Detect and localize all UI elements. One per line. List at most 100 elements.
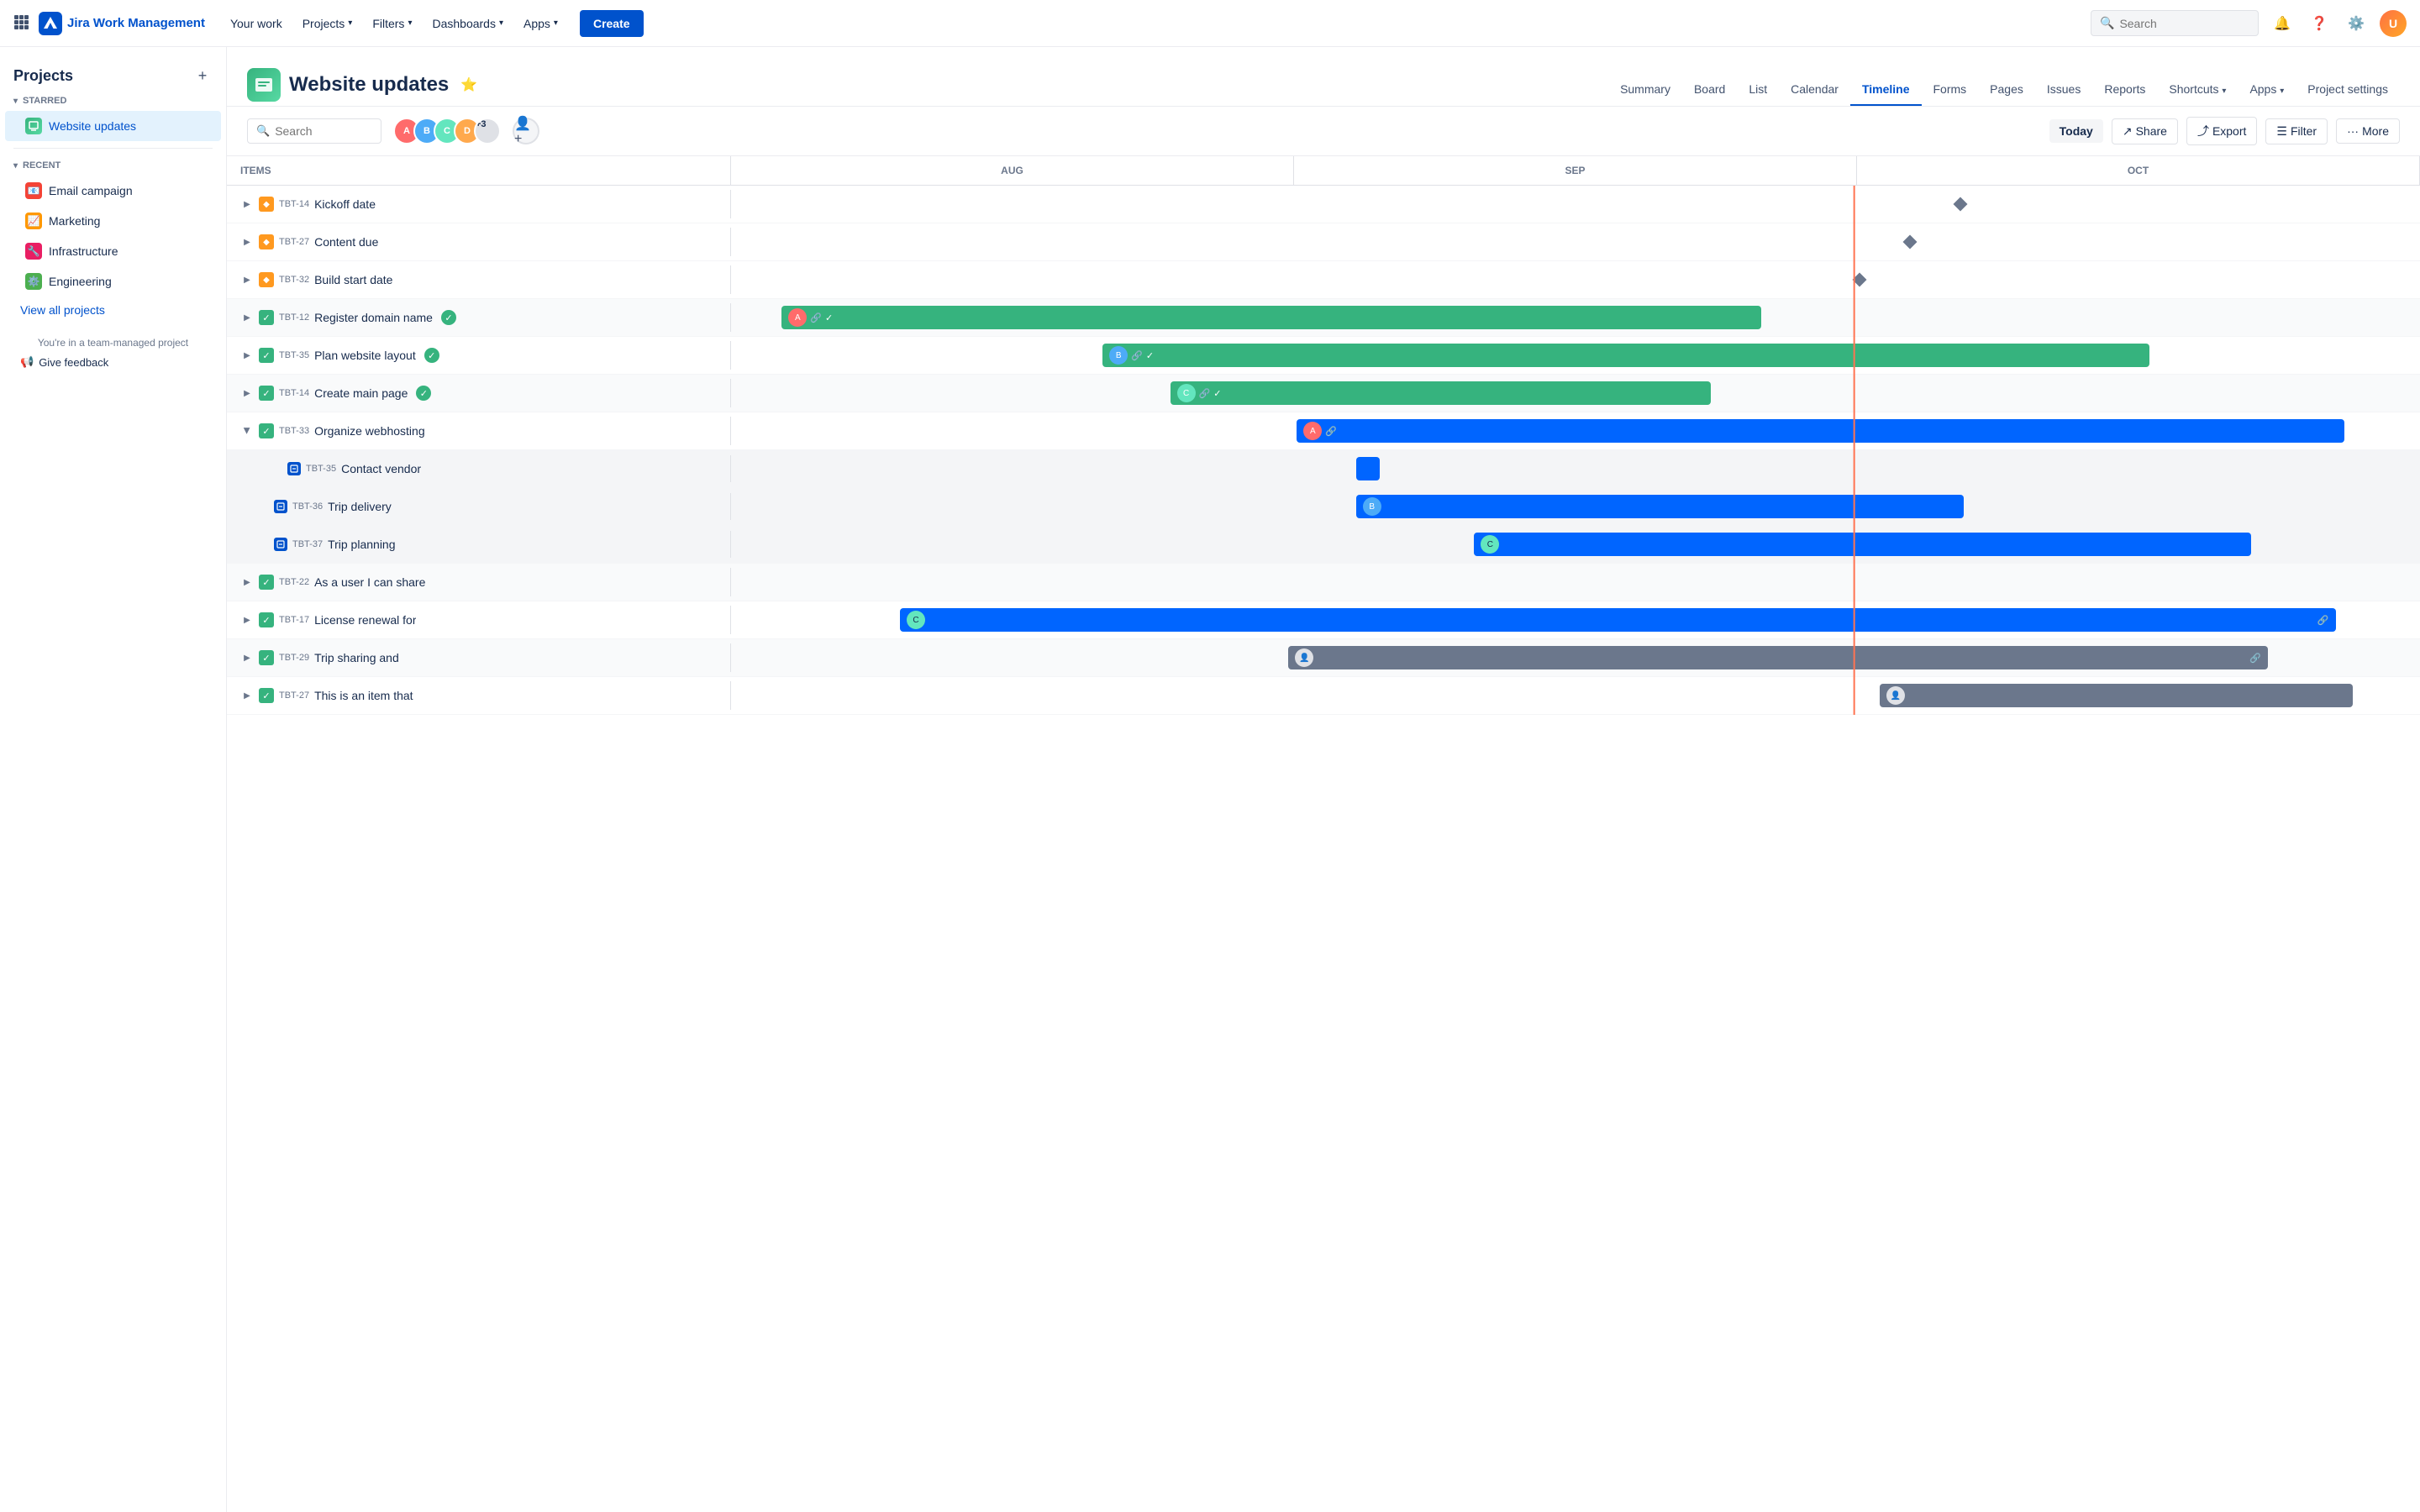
task-bar[interactable]: A 🔗 ✓	[781, 306, 1761, 329]
table-row[interactable]: ▶ ✓ TBT-35 Plan website layout ✓ B 🔗 ✓	[227, 337, 2420, 375]
expand-button[interactable]: ▶	[240, 689, 254, 702]
view-all-projects[interactable]: View all projects	[0, 297, 226, 323]
grid-icon[interactable]	[13, 14, 29, 32]
sidebar-divider	[13, 148, 213, 149]
items-cell: ▶ ✓ TBT-35 Plan website layout ✓	[227, 341, 731, 370]
more-button[interactable]: ··· More	[2336, 118, 2400, 144]
export-button[interactable]: ⤴ Export	[2186, 117, 2257, 145]
table-row[interactable]: ▶ ✓ TBT-12 Register domain name ✓ A 🔗 ✓	[227, 299, 2420, 337]
create-button[interactable]: Create	[580, 10, 644, 37]
task-bar[interactable]: 👤	[1880, 684, 2353, 707]
engineering-icon: ⚙️	[25, 273, 42, 290]
table-row[interactable]: ▶ ✓ TBT-29 Trip sharing and 👤 🔗	[227, 639, 2420, 677]
table-row[interactable]: ▶ ✓ TBT-27 This is an item that 👤	[227, 677, 2420, 715]
assignee-avatar: C	[1177, 384, 1196, 402]
tab-board[interactable]: Board	[1682, 74, 1737, 106]
feedback-button[interactable]: 📢 Give feedback	[13, 349, 213, 375]
nav-projects[interactable]: Projects ▾	[294, 12, 361, 35]
assignee-avatar: B	[1109, 346, 1128, 365]
nav-dashboards[interactable]: Dashboards ▾	[424, 12, 512, 35]
table-row[interactable]: TBT-37 Trip planning C	[227, 526, 2420, 564]
task-bar[interactable]: B	[1356, 495, 1965, 518]
notifications-icon[interactable]: 🔔	[2269, 10, 2296, 37]
toolbar: 🔍 A B C D +3 👤+ Today ↗ Share	[227, 107, 2420, 156]
brand-logo[interactable]: Jira Work Management	[39, 12, 205, 35]
nav-links: Your work Projects ▾ Filters ▾ Dashboard…	[222, 12, 566, 35]
tab-apps[interactable]: Apps ▾	[2238, 74, 2296, 106]
gantt-timeline-row: 👤	[731, 677, 2420, 714]
tab-pages[interactable]: Pages	[1978, 74, 2035, 106]
tab-list[interactable]: List	[1737, 74, 1779, 106]
settings-icon[interactable]: ⚙️	[2343, 10, 2370, 37]
tab-timeline[interactable]: Timeline	[1850, 74, 1922, 106]
tab-summary[interactable]: Summary	[1608, 74, 1682, 106]
items-cell: ▶ ✓ TBT-22 As a user I can share	[227, 568, 731, 596]
tab-shortcuts[interactable]: Shortcuts ▾	[2157, 74, 2238, 106]
add-user-button[interactable]: 👤+	[513, 118, 539, 144]
tab-project-settings[interactable]: Project settings	[2296, 74, 2400, 106]
expand-button[interactable]: ▶	[240, 273, 254, 286]
sidebar-item-engineering[interactable]: ⚙️ Engineering	[5, 266, 221, 297]
expand-button[interactable]: ▶	[240, 613, 254, 627]
table-row[interactable]: ▶ ✓ TBT-14 Create main page ✓ C 🔗 ✓	[227, 375, 2420, 412]
tab-reports[interactable]: Reports	[2092, 74, 2157, 106]
avatar-count[interactable]: +3	[474, 118, 501, 144]
tab-forms[interactable]: Forms	[1922, 74, 1979, 106]
table-row[interactable]: ▶ ✓ TBT-22 As a user I can share	[227, 564, 2420, 601]
expand-button[interactable]: ▶	[240, 575, 254, 589]
task-bar[interactable]: A 🔗	[1297, 419, 2344, 443]
task-bar[interactable]	[1356, 457, 1380, 480]
table-row[interactable]: ▶ ✓ TBT-33 Organize webhosting A 🔗	[227, 412, 2420, 450]
table-row[interactable]: ▶ ◆ TBT-27 Content due	[227, 223, 2420, 261]
timeline-search[interactable]: 🔍	[247, 118, 381, 144]
filter-button[interactable]: ☰ Filter	[2265, 118, 2328, 144]
sidebar-item-label: Email campaign	[49, 184, 133, 197]
sidebar-recent-section[interactable]: ▾ RECENT	[0, 155, 226, 176]
task-bar[interactable]: C	[1474, 533, 2251, 556]
link-icon: 🔗	[1199, 388, 1211, 399]
tab-calendar[interactable]: Calendar	[1779, 74, 1850, 106]
table-row[interactable]: ▶ ◆ TBT-32 Build start date	[227, 261, 2420, 299]
share-button[interactable]: ↗ Share	[2112, 118, 2178, 144]
timeline-search-input[interactable]	[275, 124, 372, 138]
task-bar[interactable]: 👤 🔗	[1288, 646, 2268, 669]
expand-button[interactable]: ▶	[240, 197, 254, 211]
nav-filters[interactable]: Filters ▾	[364, 12, 420, 35]
gantt-body: ▶ ◆ TBT-14 Kickoff date ▶	[227, 186, 2420, 715]
table-row[interactable]: ▶ ◆ TBT-14 Kickoff date	[227, 186, 2420, 223]
task-bar[interactable]: B 🔗 ✓	[1102, 344, 2149, 367]
table-row[interactable]: ▶ ✓ TBT-17 License renewal for C 🔗	[227, 601, 2420, 639]
table-row[interactable]: TBT-35 Contact vendor	[227, 450, 2420, 488]
items-header: Items	[227, 156, 731, 185]
sidebar-item-infrastructure[interactable]: 🔧 Infrastructure	[5, 236, 221, 266]
sidebar-starred-section[interactable]: ▾ STARRED	[0, 91, 226, 111]
gantt-container[interactable]: Items AUG SEP OCT	[227, 156, 2420, 1512]
tab-issues[interactable]: Issues	[2035, 74, 2092, 106]
sidebar-item-website-updates[interactable]: Website updates	[5, 111, 221, 141]
expand-button[interactable]: ▶	[240, 424, 254, 438]
gantt-timeline-row	[731, 564, 2420, 601]
task-bar[interactable]: C 🔗	[900, 608, 2336, 632]
add-project-button[interactable]: +	[192, 66, 213, 86]
global-search[interactable]: 🔍	[2091, 10, 2259, 36]
expand-button[interactable]: ▶	[240, 311, 254, 324]
search-input[interactable]	[2119, 17, 2249, 30]
nav-apps[interactable]: Apps ▾	[515, 12, 566, 35]
today-button[interactable]: Today	[2049, 119, 2103, 143]
expand-button[interactable]: ▶	[240, 235, 254, 249]
expand-button[interactable]: ▶	[240, 386, 254, 400]
assignee-avatar: C	[1481, 535, 1499, 554]
items-cell: ▶ ◆ TBT-14 Kickoff date	[227, 190, 731, 218]
help-icon[interactable]: ❓	[2306, 10, 2333, 37]
user-avatar[interactable]: U	[2380, 10, 2407, 37]
nav-your-work[interactable]: Your work	[222, 12, 291, 35]
sidebar-item-email-campaign[interactable]: 📧 Email campaign	[5, 176, 221, 206]
sidebar-item-marketing[interactable]: 📈 Marketing	[5, 206, 221, 236]
table-row[interactable]: TBT-36 Trip delivery B	[227, 488, 2420, 526]
expand-button[interactable]: ▶	[240, 349, 254, 362]
feedback-icon: 📢	[20, 355, 34, 369]
sidebar-projects-header: Projects +	[0, 60, 226, 91]
expand-button[interactable]: ▶	[240, 651, 254, 664]
task-bar[interactable]: C 🔗 ✓	[1171, 381, 1711, 405]
star-icon[interactable]: ⭐	[460, 76, 477, 93]
